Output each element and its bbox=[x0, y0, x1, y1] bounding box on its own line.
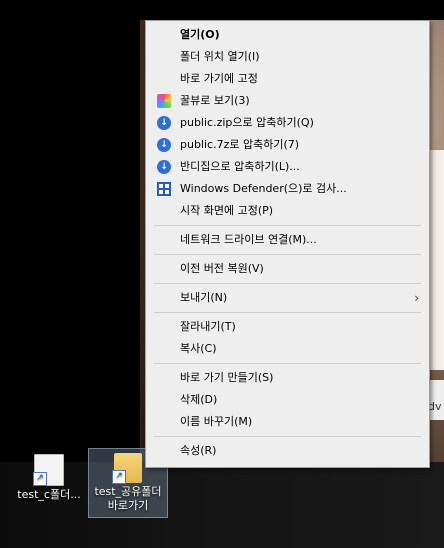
menu-separator bbox=[154, 254, 421, 255]
bandizip-icon: ↓ bbox=[157, 116, 171, 130]
menu-item-label: public.zip으로 압축하기(Q) bbox=[180, 116, 314, 129]
menu-item-label: 바로 가기에 고정 bbox=[180, 72, 258, 85]
menu-item-label: 보내기(N) bbox=[180, 291, 228, 304]
folder-shortcut-icon: ↗ bbox=[112, 453, 142, 484]
menu-item-open-folder-location[interactable]: 폴더 위치 열기(I) bbox=[146, 46, 429, 68]
menu-item-label: 꿀뷰로 보기(3) bbox=[180, 94, 250, 107]
context-menu: 열기(O) 폴더 위치 열기(I) 바로 가기에 고정 꿀뷰로 보기(3) ↓ … bbox=[145, 20, 430, 468]
menu-separator bbox=[154, 312, 421, 313]
shortcut-arrow-icon: ↗ bbox=[112, 470, 126, 484]
menu-item-label: 폴더 위치 열기(I) bbox=[180, 50, 260, 63]
windows-defender-icon bbox=[157, 182, 171, 196]
menu-item-label: 시작 화면에 고정(P) bbox=[180, 204, 274, 217]
menu-item-cut[interactable]: 잘라내기(T) bbox=[146, 316, 429, 338]
menu-item-label: 이전 버전 복원(V) bbox=[180, 262, 264, 275]
menu-item-label: 잘라내기(T) bbox=[180, 320, 236, 333]
menu-item-pin-quick-access[interactable]: 바로 가기에 고정 bbox=[146, 68, 429, 90]
menu-item-properties[interactable]: 속성(R) bbox=[146, 440, 429, 462]
menu-item-compress-zip[interactable]: ↓ public.zip으로 압축하기(Q) bbox=[146, 112, 429, 134]
menu-item-label: 반디집으로 압축하기(L)... bbox=[180, 160, 300, 173]
menu-item-map-network-drive[interactable]: 네트워크 드라이브 연결(M)... bbox=[146, 229, 429, 251]
bandizip-icon: ↓ bbox=[157, 160, 171, 174]
desktop-icon-label-line2: 바로가기 bbox=[107, 499, 149, 512]
menu-item-create-shortcut[interactable]: 바로 가기 만들기(S) bbox=[146, 367, 429, 389]
honeyview-icon bbox=[157, 94, 171, 108]
menu-item-copy[interactable]: 복사(C) bbox=[146, 338, 429, 360]
menu-separator bbox=[154, 225, 421, 226]
menu-item-delete[interactable]: 삭제(D) bbox=[146, 389, 429, 411]
menu-item-honeyview[interactable]: 꿀뷰로 보기(3) bbox=[146, 90, 429, 112]
bandizip-icon: ↓ bbox=[157, 138, 171, 152]
menu-item-label: Windows Defender(으)로 검사... bbox=[180, 182, 347, 195]
menu-item-label: 바로 가기 만들기(S) bbox=[180, 371, 274, 384]
menu-item-label: 열기(O) bbox=[180, 28, 220, 41]
menu-item-label: 이름 바꾸기(M) bbox=[180, 415, 253, 428]
file-shortcut-icon: ↗ bbox=[33, 454, 64, 486]
menu-item-pin-start[interactable]: 시작 화면에 고정(P) bbox=[146, 200, 429, 222]
menu-separator bbox=[154, 436, 421, 437]
menu-item-defender-scan[interactable]: Windows Defender(으)로 검사... bbox=[146, 178, 429, 200]
menu-item-rename[interactable]: 이름 바꾸기(M) bbox=[146, 411, 429, 433]
menu-item-compress-7z[interactable]: ↓ public.7z로 압축하기(7) bbox=[146, 134, 429, 156]
shortcut-arrow-icon: ↗ bbox=[33, 472, 47, 486]
menu-item-label: 삭제(D) bbox=[180, 393, 218, 406]
wallpaper-text: dv bbox=[428, 400, 442, 413]
menu-item-label: 네트워크 드라이브 연결(M)... bbox=[180, 233, 317, 246]
desktop-icon-label-line1: test_공유폴더 bbox=[94, 485, 162, 498]
desktop-icon-test-c-folder[interactable]: ↗ test_c폴더... bbox=[10, 450, 88, 502]
menu-item-label: 속성(R) bbox=[180, 444, 217, 457]
menu-item-label: 복사(C) bbox=[180, 342, 217, 355]
chevron-right-icon: › bbox=[414, 291, 419, 305]
menu-separator bbox=[154, 283, 421, 284]
menu-item-open[interactable]: 열기(O) bbox=[146, 24, 429, 46]
menu-separator bbox=[154, 363, 421, 364]
menu-item-restore-previous-versions[interactable]: 이전 버전 복원(V) bbox=[146, 258, 429, 280]
menu-item-compress-bandizip[interactable]: ↓ 반디집으로 압축하기(L)... bbox=[146, 156, 429, 178]
desktop-icon-label: test_c폴더... bbox=[17, 488, 81, 501]
menu-item-send-to[interactable]: 보내기(N) › bbox=[146, 287, 429, 309]
menu-item-label: public.7z로 압축하기(7) bbox=[180, 138, 300, 151]
